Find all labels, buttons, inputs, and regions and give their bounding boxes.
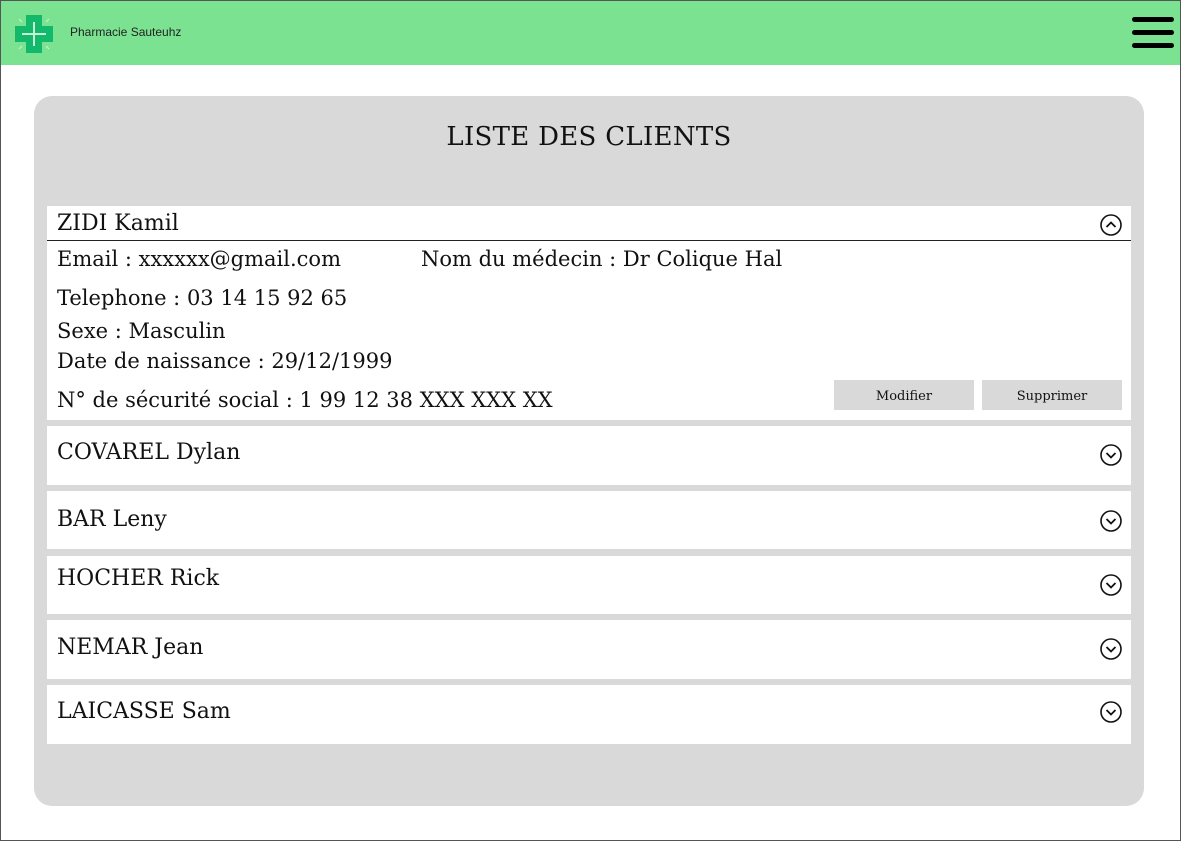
- chevron-down-icon[interactable]: [1100, 574, 1122, 596]
- page-title: LISTE DES CLIENTS: [446, 122, 732, 152]
- chevron-down-icon[interactable]: [1100, 444, 1122, 466]
- chevron-down-icon[interactable]: [1100, 638, 1122, 660]
- pharmacy-cross-icon[interactable]: [13, 13, 55, 55]
- client-name: COVAREL Dylan: [57, 440, 241, 465]
- modify-button[interactable]: Modifier: [834, 380, 974, 410]
- client-name: BAR Leny: [57, 507, 167, 532]
- chevron-down-icon[interactable]: [1100, 701, 1122, 723]
- client-birthdate: Date de naissance : 29/12/1999: [57, 349, 393, 373]
- client-ssn: N° de sécurité social : 1 99 12 38 XXX X…: [57, 388, 553, 412]
- hamburger-menu-icon[interactable]: [1132, 17, 1174, 49]
- client-name: LAICASSE Sam: [57, 699, 231, 724]
- client-sex: Sexe : Masculin: [57, 319, 226, 343]
- top-bar: Pharmacie Sauteuhz: [1, 1, 1180, 65]
- client-card-expanded: ZIDI Kamil Email : xxxxxx@gmail.com Nom …: [47, 206, 1131, 420]
- client-card[interactable]: LAICASSE Sam: [47, 685, 1131, 744]
- client-card[interactable]: COVAREL Dylan: [47, 426, 1131, 485]
- client-phone: Telephone : 03 14 15 92 65: [57, 286, 348, 310]
- client-card-header[interactable]: ZIDI Kamil: [47, 206, 1131, 241]
- client-email: Email : xxxxxx@gmail.com: [57, 247, 341, 271]
- chevron-up-icon[interactable]: [1100, 214, 1122, 236]
- client-card[interactable]: NEMAR Jean: [47, 620, 1131, 679]
- delete-button[interactable]: Supprimer: [982, 380, 1122, 410]
- client-name: HOCHER Rick: [57, 566, 220, 591]
- client-name: ZIDI Kamil: [57, 211, 179, 236]
- client-name: NEMAR Jean: [57, 635, 204, 660]
- client-doctor: Nom du médecin : Dr Colique Hal: [421, 247, 783, 271]
- client-card[interactable]: BAR Leny: [47, 491, 1131, 549]
- brand-name: Pharmacie Sauteuhz: [70, 25, 182, 39]
- chevron-down-icon[interactable]: [1100, 510, 1122, 532]
- client-card[interactable]: HOCHER Rick: [47, 556, 1131, 614]
